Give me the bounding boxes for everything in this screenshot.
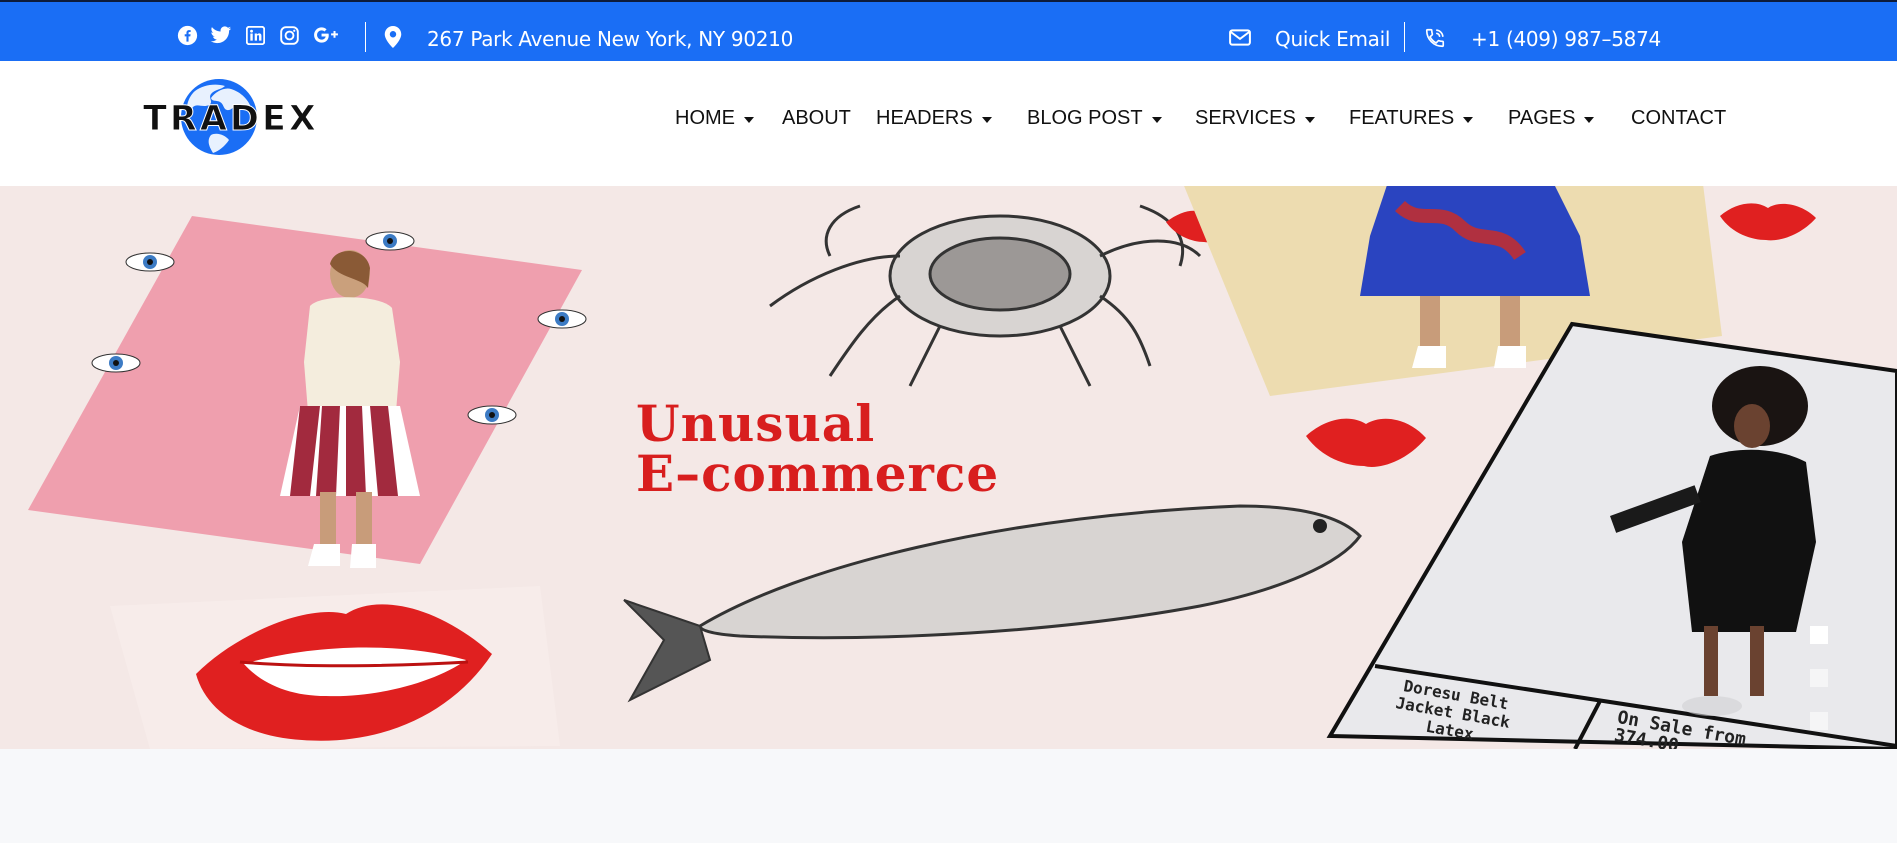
nav-services-label: SERVICES — [1195, 107, 1296, 129]
fish-illustration — [623, 504, 1362, 703]
instagram-icon[interactable] — [278, 24, 300, 46]
caret-down-icon — [1463, 116, 1474, 123]
nav-features[interactable]: FEATURES — [1349, 107, 1474, 130]
lips-middle — [1306, 418, 1426, 467]
caret-down-icon — [1151, 116, 1162, 123]
nav-blog-post-label: BLOG POST — [1027, 107, 1143, 129]
logo-text: TRADEX — [143, 99, 319, 140]
hero-headline: Unusual E–commerce — [636, 399, 999, 499]
slider-dot-2[interactable] — [1810, 669, 1828, 687]
envelope-icon — [1229, 29, 1251, 51]
nav-features-label: FEATURES — [1349, 107, 1455, 129]
nav-pages[interactable]: PAGES — [1508, 107, 1595, 130]
nav-pages-label: PAGES — [1508, 107, 1576, 129]
social-links — [176, 24, 340, 46]
location-pin-icon — [384, 26, 402, 53]
tradex-logo[interactable]: TRADEX — [143, 77, 319, 159]
nav-home[interactable]: HOME — [675, 107, 754, 130]
nav-contact-label: CONTACT — [1631, 107, 1727, 129]
caret-down-icon — [981, 116, 992, 123]
twitter-icon[interactable] — [210, 24, 232, 46]
nav-about-label: ABOUT — [782, 107, 851, 129]
facebook-icon[interactable] — [176, 24, 198, 46]
caret-down-icon — [1304, 116, 1315, 123]
separator — [365, 22, 366, 52]
slider-dot-1[interactable] — [1810, 626, 1828, 644]
hero-headline-line2: E–commerce — [636, 444, 1000, 503]
crab-illustration — [769, 204, 1202, 387]
nav-blog-post[interactable]: BLOG POST — [1027, 107, 1162, 130]
caret-down-icon — [744, 116, 754, 123]
top-bar: 267 Park Avenue New York, NY 90210 Quick… — [0, 0, 1897, 61]
phone-icon — [1424, 27, 1446, 54]
lips-top-right — [1720, 203, 1816, 241]
slider-dot-3[interactable] — [1810, 712, 1828, 730]
separator — [1404, 22, 1405, 52]
main-header: TRADEX HOME ABOUT HEADERS BLOG POST SERV… — [0, 61, 1897, 186]
nav-home-label: HOME — [675, 107, 735, 129]
nav-services[interactable]: SERVICES — [1195, 107, 1315, 130]
address-text: 267 Park Avenue New York, NY 90210 — [427, 27, 794, 51]
hero-slider: Unusual E–commerce Doresu Belt Jacket Bl… — [0, 186, 1897, 749]
phone-number-link[interactable]: +1 (409) 987–5874 — [1471, 27, 1661, 51]
hero-headline-line1: Unusual — [636, 394, 876, 453]
nav-headers[interactable]: HEADERS — [876, 107, 992, 130]
page-content-area — [0, 749, 1897, 843]
nav-headers-label: HEADERS — [876, 107, 973, 129]
caret-down-icon — [1584, 116, 1595, 123]
nav-about[interactable]: ABOUT — [782, 107, 851, 130]
nav-contact[interactable]: CONTACT — [1631, 107, 1726, 130]
google-plus-icon[interactable] — [312, 24, 340, 46]
linkedin-icon[interactable] — [244, 24, 266, 46]
slider-pagination — [1810, 626, 1828, 749]
quick-email-link[interactable]: Quick Email — [1275, 27, 1390, 51]
